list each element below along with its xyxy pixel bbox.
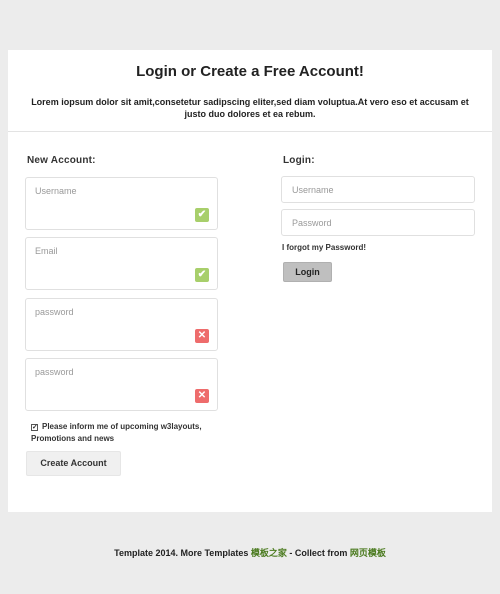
password-placeholder: password <box>35 307 74 317</box>
page-subtitle: Lorem iopsum dolor sit amit,consetetur s… <box>31 97 469 119</box>
login-username-input[interactable]: Username <box>281 176 475 203</box>
check-icon: ✔ <box>195 208 209 222</box>
newsletter-label: Please inform me of upcoming w3layouts, … <box>31 422 202 443</box>
footer-middle: - Collect from <box>286 548 350 558</box>
footer-link-web[interactable]: 网页模板 <box>350 548 386 558</box>
password-field[interactable]: password ✕ <box>25 298 218 351</box>
check-icon: ✔ <box>195 268 209 282</box>
username-placeholder: Username <box>35 186 77 196</box>
footer-link-templates[interactable]: 模板之家 <box>251 548 287 558</box>
username-field[interactable]: Username ✔ <box>25 177 218 230</box>
footer-prefix: Template 2014. More Templates <box>114 548 251 558</box>
login-heading: Login: <box>283 155 315 166</box>
newsletter-option: ✓ Please inform me of upcoming w3layouts,… <box>31 421 231 445</box>
login-username-placeholder: Username <box>292 185 334 195</box>
login-password-placeholder: Password <box>292 218 332 228</box>
new-account-heading: New Account: <box>27 155 96 166</box>
login-card: Login or Create a Free Account! Lorem io… <box>8 50 492 512</box>
login-button[interactable]: Login <box>283 262 332 282</box>
email-placeholder: Email <box>35 246 58 256</box>
newsletter-checkbox[interactable]: ✓ <box>31 424 38 431</box>
page-title: Login or Create a Free Account! <box>136 63 364 80</box>
divider <box>8 131 492 132</box>
footer: Template 2014. More Templates 模板之家 - Col… <box>0 546 500 559</box>
create-account-button[interactable]: Create Account <box>26 451 121 476</box>
confirm-password-placeholder: password <box>35 367 74 377</box>
forgot-password-link[interactable]: I forgot my Password! <box>282 243 366 252</box>
cross-icon: ✕ <box>195 389 209 403</box>
email-field[interactable]: Email ✔ <box>25 237 218 290</box>
cross-icon: ✕ <box>195 329 209 343</box>
login-password-input[interactable]: Password <box>281 209 475 236</box>
confirm-password-field[interactable]: password ✕ <box>25 358 218 411</box>
